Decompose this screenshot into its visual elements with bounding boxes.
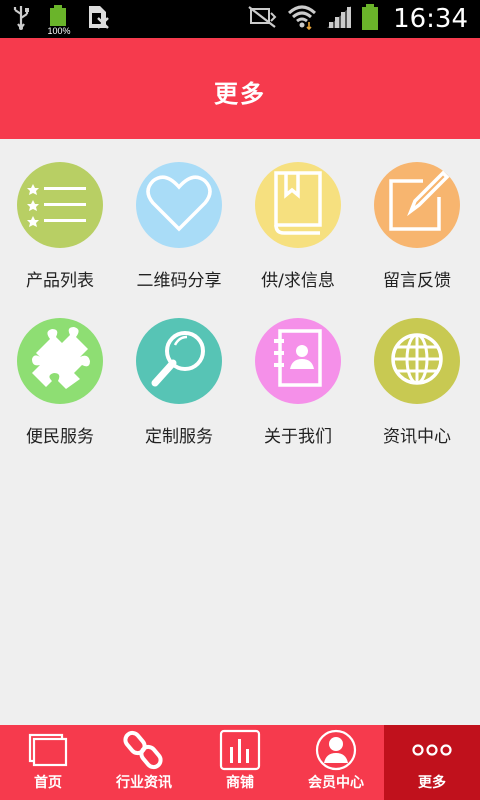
battery-percent: 100% [47,26,71,36]
grid-item-circle [374,162,460,248]
puzzle-icon [24,323,96,399]
user-icon [312,729,360,771]
nav-item-member-center[interactable]: 会员中心 [288,725,384,800]
search-icon [143,323,215,399]
nav-item-label: 商铺 [226,775,254,791]
grid-item-circle [374,318,460,404]
grid-item-supply-demand[interactable]: 供/求信息 [238,139,358,291]
chart-icon [216,729,264,771]
battery-icon [361,3,379,35]
home-icon [24,729,72,771]
nav-item-label: 行业资讯 [116,775,172,791]
page-header: 更多 [0,38,480,139]
nav-item-label: 会员中心 [308,775,364,791]
product-list-icon [24,167,96,243]
grid-item-label: 定制服务 [145,427,213,447]
battery-icon: 100% [44,4,74,36]
clock: 16:34 [393,4,468,34]
nav-item-home[interactable]: 首页 [0,725,96,800]
grid-item-news-center[interactable]: 资讯中心 [357,295,477,447]
grid-item-label: 便民服务 [26,427,94,447]
edit-icon [381,167,453,243]
grid-item-circle [17,162,103,248]
silent-icon [247,5,279,33]
globe-icon [381,323,453,399]
grid-item-product-list[interactable]: 产品列表 [0,139,120,291]
nav-item-industry-news[interactable]: 行业资讯 [96,725,192,800]
grid-item-circle [136,318,222,404]
grid-item-about-us[interactable]: 关于我们 [238,295,358,447]
usb-icon [10,4,32,34]
grid-item-label: 资讯中心 [383,427,451,447]
book-icon [262,167,334,243]
grid-item-qr-share[interactable]: 二维码分享 [119,139,239,291]
grid-item-circle [17,318,103,404]
grid-item-circle [255,318,341,404]
heart-icon [143,167,215,243]
grid-item-convenience[interactable]: 便民服务 [0,295,120,447]
more-icon [408,729,456,771]
link-icon [120,729,168,771]
grid-item-label: 二维码分享 [136,271,222,291]
nav-item-more[interactable]: 更多 [384,725,480,800]
status-bar: 100% 16:34 [0,0,480,38]
grid-item-feedback[interactable]: 留言反馈 [357,139,477,291]
sim-icon [86,4,110,34]
signal-icon [325,4,353,34]
grid-item-circle [255,162,341,248]
bottom-nav: 首页 行业资讯 商铺 会员中心 更多 [0,725,480,800]
grid-item-label: 关于我们 [264,427,332,447]
page-title: 更多 [214,80,266,108]
nav-item-shop[interactable]: 商铺 [192,725,288,800]
grid-item-label: 供/求信息 [261,271,335,291]
wifi-icon [287,4,317,34]
grid-item-custom-service[interactable]: 定制服务 [119,295,239,447]
grid-item-label: 产品列表 [26,271,94,291]
nav-item-label: 更多 [418,775,446,791]
contact-book-icon [262,323,334,399]
nav-item-label: 首页 [34,775,62,791]
grid-item-circle [136,162,222,248]
grid-item-label: 留言反馈 [383,271,451,291]
